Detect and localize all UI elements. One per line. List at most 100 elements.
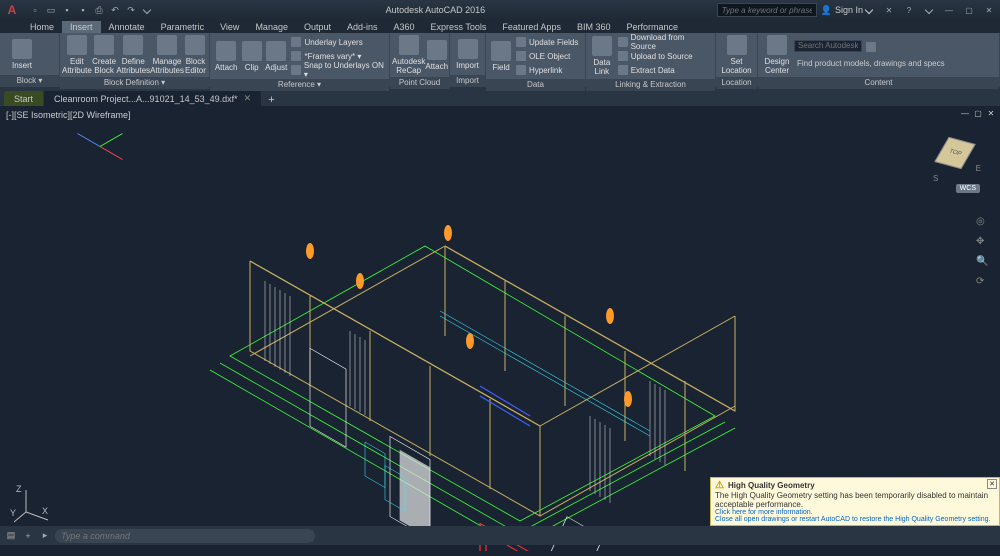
extract-data-button[interactable]: Extract Data: [616, 63, 713, 77]
cmd-history-icon[interactable]: ▸: [38, 529, 52, 543]
seek-go-button[interactable]: [864, 40, 878, 54]
3d-model: [190, 181, 750, 551]
seek-search-input[interactable]: [794, 40, 862, 52]
tab-annotate[interactable]: Annotate: [101, 21, 153, 33]
qat-more-icon[interactable]: [140, 3, 154, 17]
underlay-icon: [291, 37, 301, 47]
tab-output[interactable]: Output: [296, 21, 339, 33]
model-layout-icon[interactable]: ▤: [4, 529, 18, 543]
panel-reference-title[interactable]: Reference ▾: [210, 79, 389, 91]
qat-undo-icon[interactable]: ↶: [108, 3, 122, 17]
app-logo[interactable]: A: [3, 1, 21, 19]
panel-blockdef-title[interactable]: Block Definition ▾: [60, 77, 209, 89]
help-icon[interactable]: ?: [902, 3, 916, 17]
compass-s[interactable]: S: [933, 174, 938, 183]
exchange-icon[interactable]: ✕: [882, 3, 896, 17]
attach2-button[interactable]: Attach: [425, 35, 448, 75]
tab-manage[interactable]: Manage: [247, 21, 296, 33]
import-button[interactable]: Import: [452, 35, 483, 73]
qat-redo-icon[interactable]: ↷: [124, 3, 138, 17]
tab-featured[interactable]: Featured Apps: [494, 21, 569, 33]
command-bar: ▤ + ▸: [0, 526, 1000, 545]
globe-icon: [727, 35, 747, 55]
tab-view[interactable]: View: [212, 21, 247, 33]
clip-icon: [242, 41, 262, 61]
magnifier-icon: [866, 42, 876, 52]
tab-performance[interactable]: Performance: [618, 21, 686, 33]
tab-a360[interactable]: A360: [386, 21, 423, 33]
tab-parametric[interactable]: Parametric: [153, 21, 213, 33]
viewport-window-controls: — ▢ ✕: [960, 108, 996, 118]
warning-body: The High Quality Geometry setting has be…: [715, 491, 995, 509]
drawing-viewport[interactable]: [-][SE Isometric][2D Wireframe] — ▢ ✕ TO…: [0, 106, 1000, 526]
orbit-icon[interactable]: ⟳: [976, 276, 990, 290]
qat-print-icon[interactable]: ⎙: [92, 3, 106, 17]
qat-saveas-icon[interactable]: ▪: [76, 3, 90, 17]
warning-close-button[interactable]: ✕: [987, 479, 997, 489]
block-editor-icon: [185, 35, 205, 55]
datalink-button[interactable]: Data Link: [588, 35, 616, 77]
recap-button[interactable]: Autodesk ReCap: [392, 35, 425, 75]
qat-open-icon[interactable]: ▭: [44, 3, 58, 17]
extract-icon: [618, 65, 628, 75]
update-fields-button[interactable]: Update Fields: [514, 35, 580, 49]
tab-bim360[interactable]: BIM 360: [569, 21, 619, 33]
block-editor-button[interactable]: Block Editor: [184, 35, 207, 75]
close-tab-icon[interactable]: ✕: [244, 93, 252, 104]
wcs-badge[interactable]: WCS: [956, 184, 980, 193]
insert-icon: [12, 39, 32, 59]
viewcube[interactable]: TOP S E: [935, 136, 975, 176]
clip-button[interactable]: Clip: [240, 35, 263, 77]
start-tab[interactable]: Start: [4, 91, 43, 106]
help-search-input[interactable]: [717, 3, 817, 17]
viewport-label[interactable]: [-][SE Isometric][2D Wireframe]: [6, 110, 131, 120]
design-center-button[interactable]: Design Center: [760, 35, 794, 75]
command-input[interactable]: [55, 529, 315, 543]
underlay-layers-button[interactable]: Underlay Layers: [289, 35, 387, 49]
create-block-button[interactable]: Create Block: [92, 35, 117, 75]
field-icon: [491, 41, 511, 61]
close-button[interactable]: ✕: [982, 3, 996, 17]
attach-button[interactable]: Attach: [212, 35, 240, 77]
zoom-icon[interactable]: 🔍: [976, 256, 990, 270]
panel-content-title: Content: [758, 77, 999, 89]
field-button[interactable]: Field: [488, 35, 514, 77]
add-tab-button[interactable]: +: [262, 94, 280, 106]
tab-insert[interactable]: Insert: [62, 21, 101, 33]
tab-addins[interactable]: Add-ins: [339, 21, 386, 33]
import-icon: [458, 39, 478, 59]
upload-source-button[interactable]: Upload to Source: [616, 49, 713, 63]
adjust-icon: [266, 41, 286, 61]
tab-home[interactable]: Home: [22, 21, 62, 33]
edit-attribute-button[interactable]: Edit Attribute: [62, 35, 92, 75]
steering-wheel-icon[interactable]: ◎: [976, 216, 990, 230]
download-source-button[interactable]: Download from Source: [616, 35, 713, 49]
manage-attr-button[interactable]: Manage Attributes: [150, 35, 184, 75]
hyperlink-button[interactable]: Hyperlink: [514, 63, 580, 77]
adjust-button[interactable]: Adjust: [263, 35, 289, 77]
define-attr-button[interactable]: Define Attributes: [116, 35, 150, 75]
minimize-button[interactable]: —: [942, 3, 956, 17]
warning-link-info[interactable]: Click here for more information.: [715, 509, 995, 516]
pan-icon[interactable]: ✥: [976, 236, 990, 250]
vp-minimize-button[interactable]: —: [960, 108, 970, 118]
viewcube-face[interactable]: TOP: [934, 137, 976, 169]
insert-button[interactable]: Insert: [2, 35, 42, 73]
panel-linking-title: Linking & Extraction: [586, 79, 715, 91]
vp-maximize-button[interactable]: ▢: [973, 108, 983, 118]
vp-close-button[interactable]: ✕: [986, 108, 996, 118]
qat-new-icon[interactable]: ▫: [28, 3, 42, 17]
ole-object-button[interactable]: OLE Object: [514, 49, 580, 63]
snap-underlays-button[interactable]: Snap to Underlays ON ▾: [289, 63, 387, 77]
signin-button[interactable]: 👤 Sign In: [817, 5, 876, 16]
layout-add-icon[interactable]: +: [21, 529, 35, 543]
file-tab[interactable]: Cleanroom Project...A...91021_14_53_49.d…: [44, 91, 261, 106]
maximize-button[interactable]: ▢: [962, 3, 976, 17]
tab-express[interactable]: Express Tools: [423, 21, 495, 33]
set-location-button[interactable]: Set Location: [718, 35, 755, 75]
help-dropdown-icon[interactable]: [922, 3, 936, 17]
qat-save-icon[interactable]: ▪: [60, 3, 74, 17]
warning-link-restore[interactable]: Close all open drawings or restart AutoC…: [715, 516, 995, 523]
compass-e[interactable]: E: [976, 164, 981, 173]
panel-block-title[interactable]: Block ▾: [0, 75, 59, 87]
